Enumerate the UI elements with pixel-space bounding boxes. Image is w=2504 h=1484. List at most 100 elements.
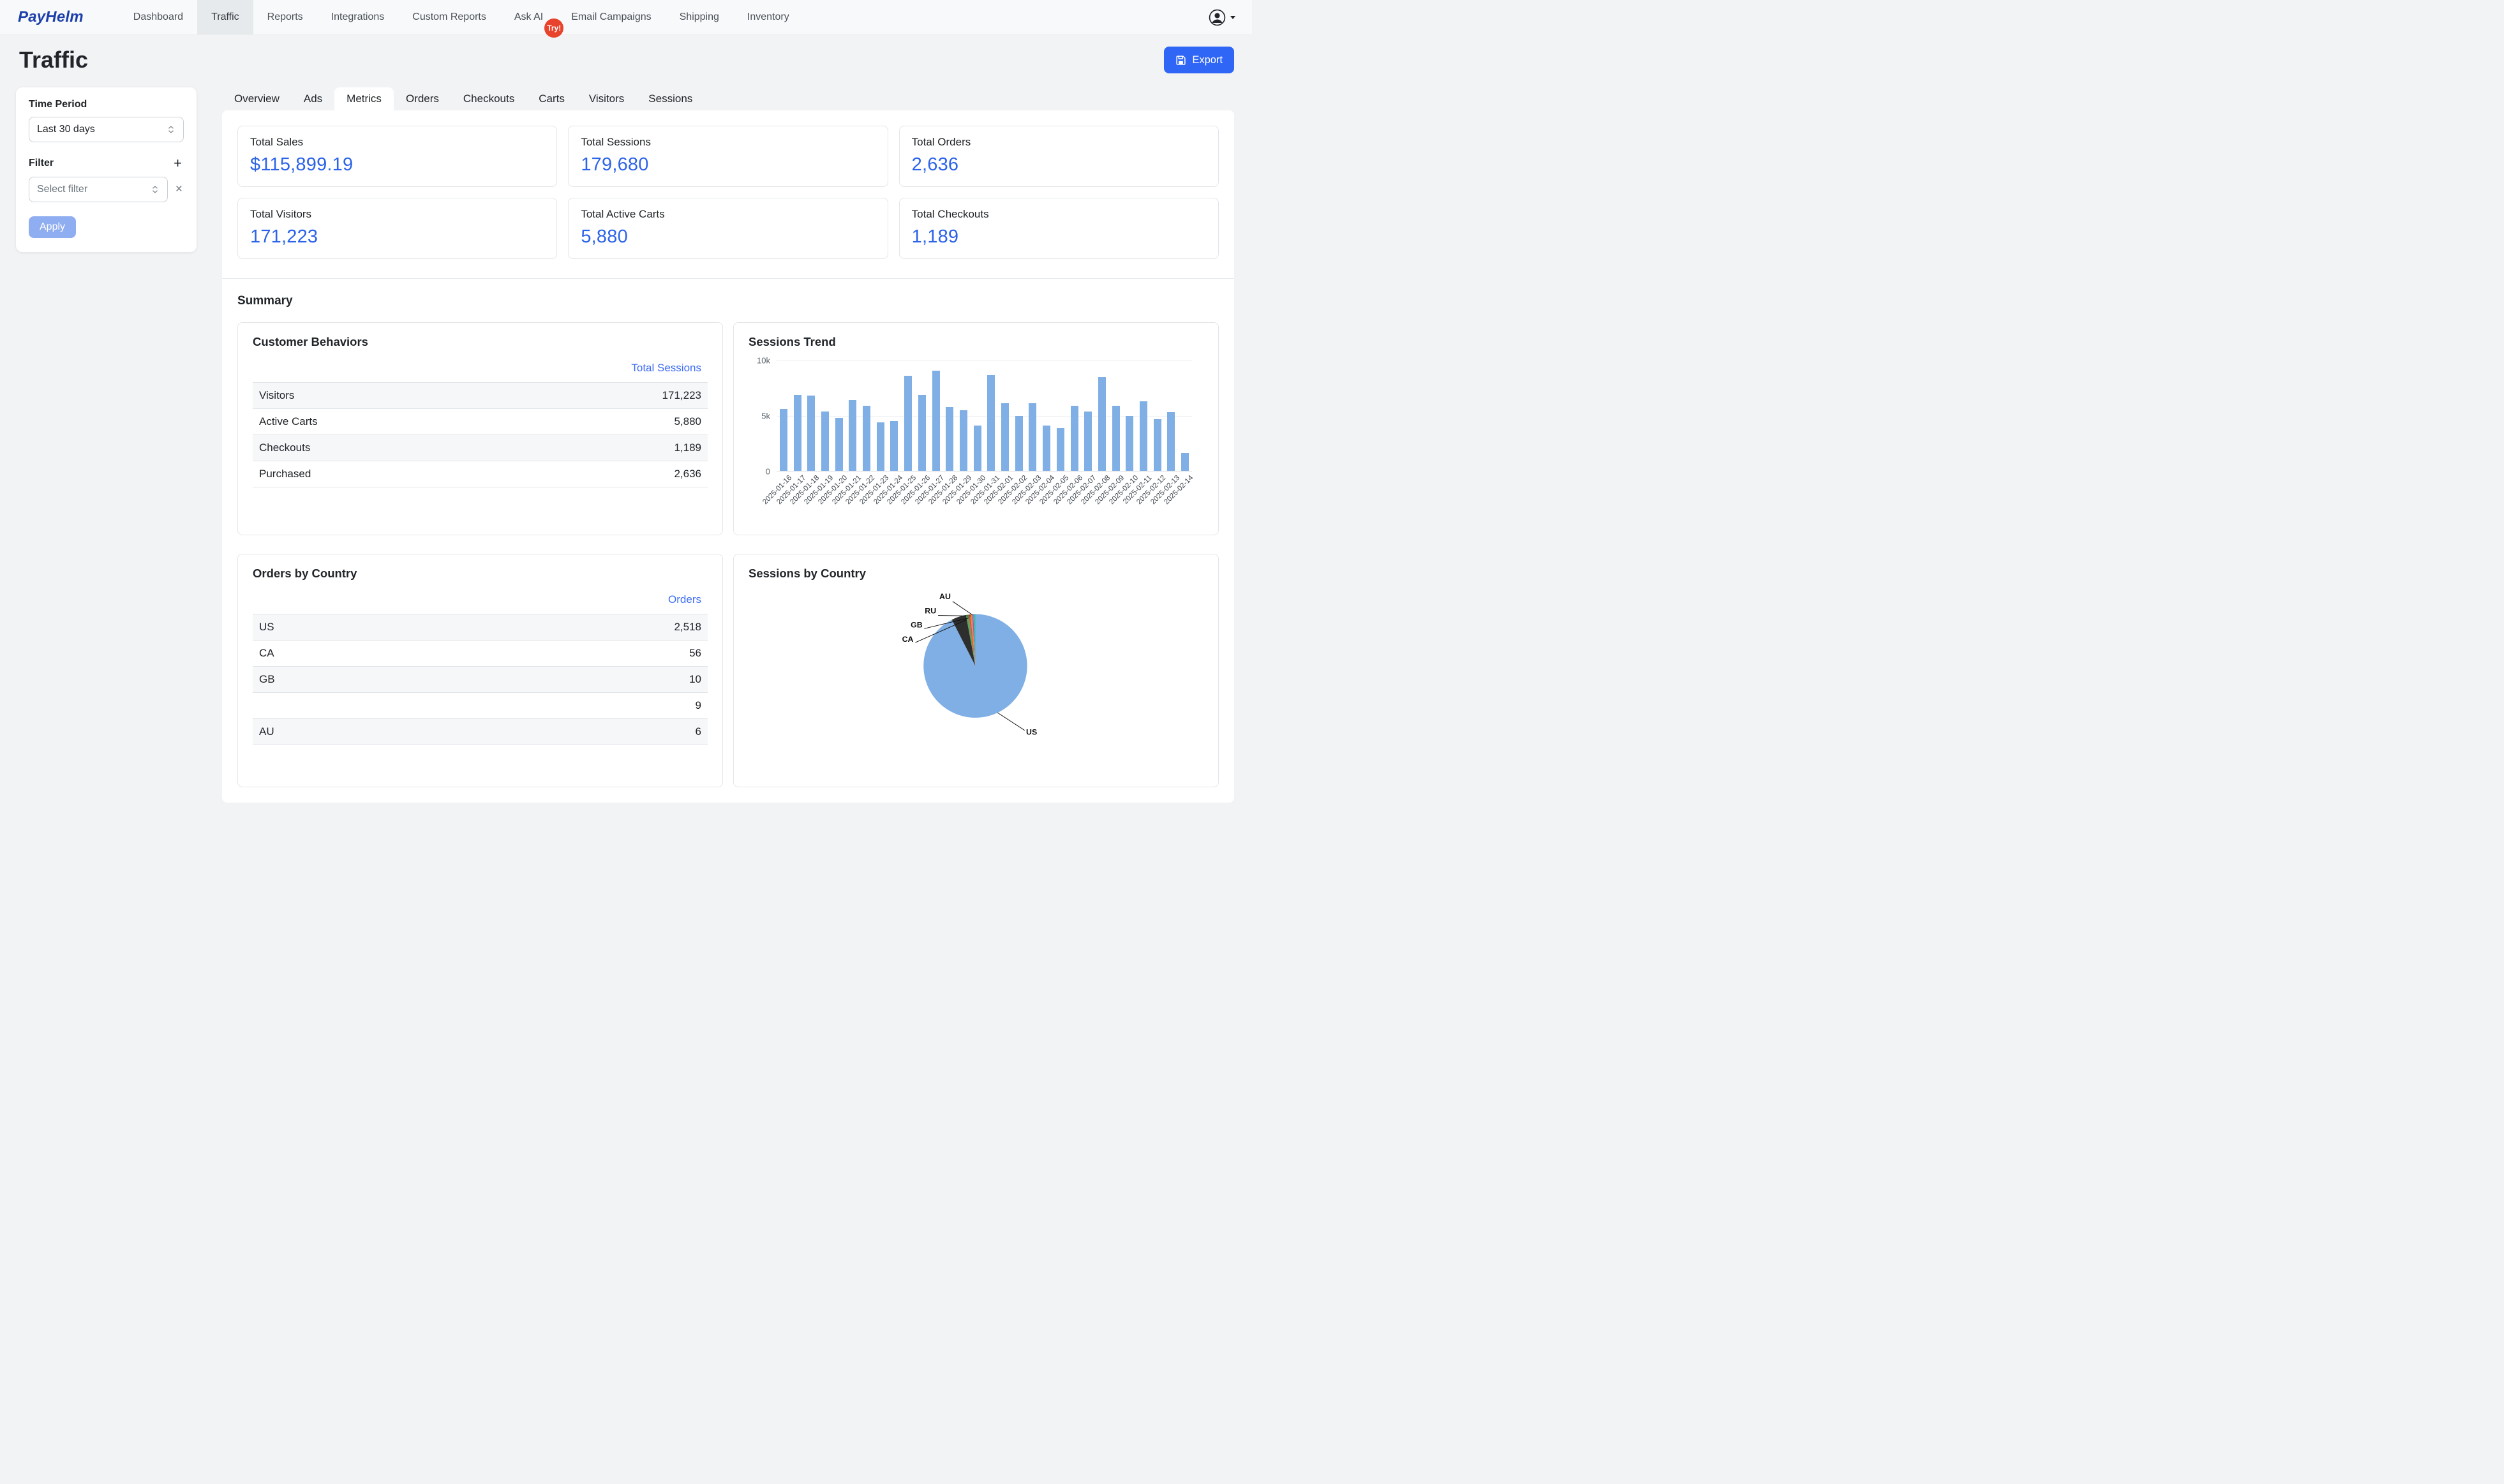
- filter-select[interactable]: Select filter: [29, 177, 168, 202]
- pie-label: CA: [902, 635, 914, 644]
- chevron-down-icon: [1230, 16, 1235, 19]
- card-title: Orders by Country: [253, 567, 708, 581]
- bar: [1026, 360, 1040, 471]
- bar: [943, 360, 957, 471]
- nav-item-integrations[interactable]: Integrations: [317, 0, 399, 34]
- bar: [957, 360, 971, 471]
- metric-label: Total Visitors: [250, 208, 544, 221]
- pie-label: US: [1026, 728, 1037, 737]
- account-menu[interactable]: [1209, 0, 1235, 34]
- nav-item-ask-ai[interactable]: Ask AI Try!: [500, 0, 557, 34]
- sessions-trend-card: Sessions Trend 10k5k0 2025-01-162025-01-…: [733, 322, 1219, 535]
- save-icon: [1175, 55, 1186, 66]
- export-label: Export: [1192, 54, 1223, 66]
- page-title: Traffic: [19, 47, 88, 73]
- bar: [915, 360, 929, 471]
- empty-header: [253, 357, 463, 383]
- clear-filter-icon[interactable]: ×: [174, 181, 184, 198]
- bar: [791, 360, 805, 471]
- row-value: 5,880: [463, 409, 708, 435]
- bar: [1040, 360, 1054, 471]
- add-filter-icon[interactable]: +: [172, 156, 184, 170]
- bar: [1136, 360, 1151, 471]
- sidebar-filter-panel: Time Period Last 30 days Filter + Select…: [16, 87, 197, 252]
- bar: [1178, 360, 1192, 471]
- row-value: 2,636: [463, 461, 708, 487]
- bar: [1165, 360, 1179, 471]
- pie-label-line: [953, 602, 973, 615]
- row-value: 10: [427, 667, 708, 693]
- bar: [804, 360, 818, 471]
- time-period-select[interactable]: Last 30 days: [29, 117, 184, 142]
- apply-button[interactable]: Apply: [29, 216, 76, 238]
- nav-item-reports[interactable]: Reports: [253, 0, 317, 34]
- row-label: Active Carts: [253, 409, 463, 435]
- row-label: Checkouts: [253, 435, 463, 461]
- table-row: 9: [253, 693, 708, 719]
- ask-ai-label: Ask AI: [514, 11, 543, 23]
- bar: [874, 360, 888, 471]
- table-row: Visitors 171,223: [253, 383, 708, 409]
- filter-label-row: Filter +: [29, 156, 184, 170]
- tab-checkouts[interactable]: Checkouts: [451, 87, 526, 110]
- page-header: Traffic Export: [19, 45, 1234, 75]
- main-area: Overview Ads Metrics Orders Checkouts Ca…: [222, 87, 1234, 803]
- metrics-grid: Total Sales $115,899.19 Total Sessions 1…: [237, 126, 1219, 259]
- table-row: US 2,518: [253, 614, 708, 641]
- tab-metrics[interactable]: Metrics: [334, 87, 394, 110]
- metric-label: Total Active Carts: [581, 208, 875, 221]
- tab-overview[interactable]: Overview: [222, 87, 292, 110]
- nav-item-traffic[interactable]: Traffic: [197, 0, 253, 34]
- bar: [860, 360, 874, 471]
- table-row: GB 10: [253, 667, 708, 693]
- bar: [985, 360, 999, 471]
- tab-orders[interactable]: Orders: [394, 87, 451, 110]
- row-label: CA: [253, 641, 427, 667]
- value-column-header[interactable]: Orders: [427, 588, 708, 614]
- metric-card-total-orders: Total Orders 2,636: [899, 126, 1219, 187]
- nav-item-dashboard[interactable]: Dashboard: [119, 0, 197, 34]
- bar: [1151, 360, 1165, 471]
- tab-visitors[interactable]: Visitors: [577, 87, 636, 110]
- metric-value: 171,223: [250, 226, 544, 248]
- row-label: GB: [253, 667, 427, 693]
- bar: [846, 360, 860, 471]
- table-row: CA 56: [253, 641, 708, 667]
- row-label: Visitors: [253, 383, 463, 409]
- metric-card-total-visitors: Total Visitors 171,223: [237, 198, 557, 259]
- tab-carts[interactable]: Carts: [526, 87, 577, 110]
- y-tick-label: 10k: [757, 356, 770, 366]
- row-label: Purchased: [253, 461, 463, 487]
- value-column-header[interactable]: Total Sessions: [463, 357, 708, 383]
- export-button[interactable]: Export: [1164, 47, 1234, 73]
- bar: [1123, 360, 1137, 471]
- metric-card-total-sales: Total Sales $115,899.19: [237, 126, 557, 187]
- bar: [1081, 360, 1095, 471]
- bar: [1068, 360, 1082, 471]
- table-row: AU 6: [253, 719, 708, 745]
- row-value: 2,518: [427, 614, 708, 641]
- try-badge[interactable]: Try!: [544, 19, 563, 38]
- orders-by-country-card: Orders by Country Orders US 2,518: [237, 554, 723, 787]
- chevron-up-down-icon: [151, 185, 160, 194]
- nav-item-custom-reports[interactable]: Custom Reports: [398, 0, 500, 34]
- pie-label: RU: [925, 607, 936, 616]
- metric-label: Total Orders: [912, 136, 1206, 149]
- table-row: Checkouts 1,189: [253, 435, 708, 461]
- bar-chart-xlabels: 2025-01-162025-01-172025-01-182025-01-19…: [777, 471, 1192, 523]
- bar: [971, 360, 985, 471]
- bar-chart-plot: [777, 360, 1192, 471]
- table-row: Active Carts 5,880: [253, 409, 708, 435]
- nav-item-shipping[interactable]: Shipping: [666, 0, 733, 34]
- summary-grid: Customer Behaviors Total Sessions Visito…: [237, 322, 1219, 787]
- nav-item-email-campaigns[interactable]: Email Campaigns: [557, 0, 665, 34]
- row-label: AU: [253, 719, 427, 745]
- metric-label: Total Sales: [250, 136, 544, 149]
- tab-ads[interactable]: Ads: [292, 87, 334, 110]
- bar: [1054, 360, 1068, 471]
- app-logo[interactable]: PayHelm: [18, 8, 84, 26]
- tab-sessions[interactable]: Sessions: [636, 87, 704, 110]
- metric-value: $115,899.19: [250, 154, 544, 175]
- main-panel: Total Sales $115,899.19 Total Sessions 1…: [222, 110, 1234, 803]
- nav-item-inventory[interactable]: Inventory: [733, 0, 803, 34]
